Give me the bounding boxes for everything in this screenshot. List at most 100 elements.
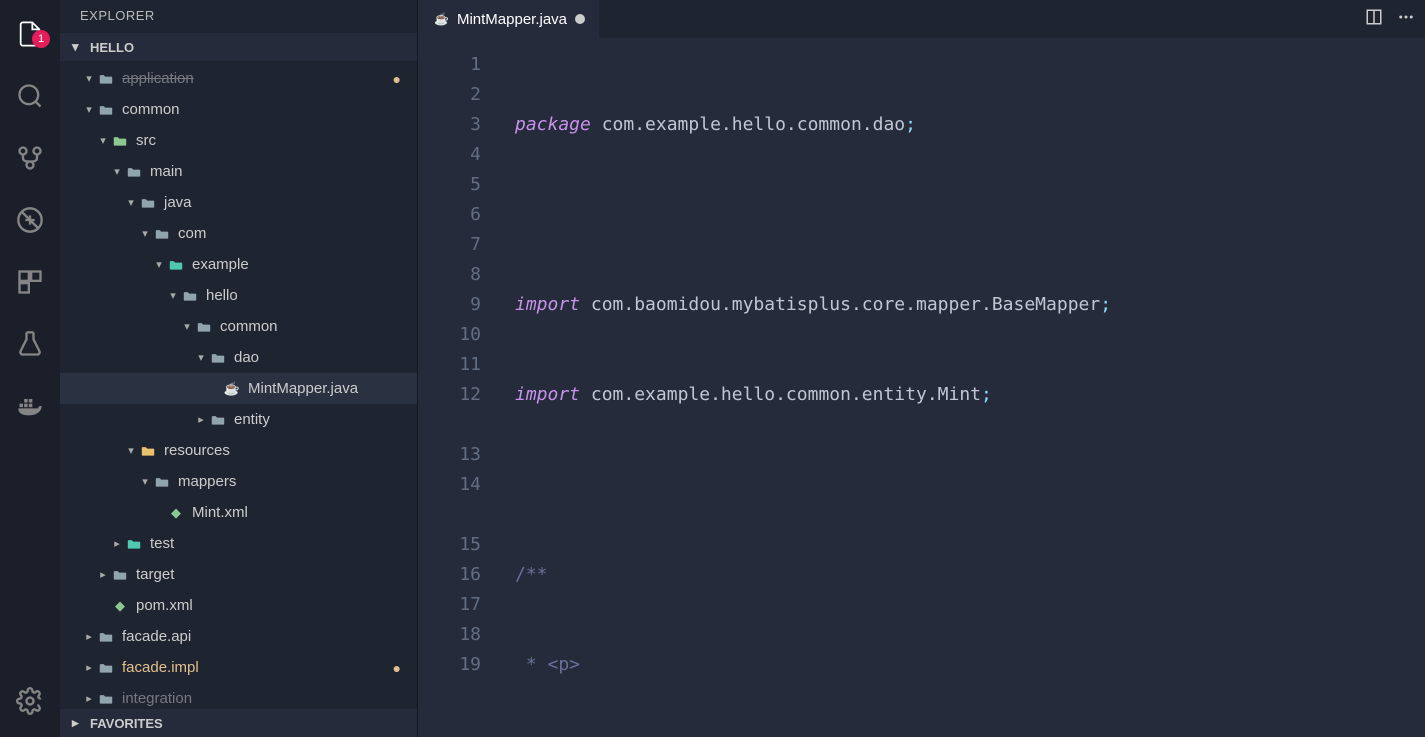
java-icon: ☕ <box>222 381 242 397</box>
tree-item-main[interactable]: ▾ main <box>60 156 417 187</box>
file-tree: ▾application●▾common▾src▾main▾java▾com▾e… <box>60 61 417 709</box>
arrow-icon: ▸ <box>194 413 208 426</box>
line-number: 6 <box>418 200 481 230</box>
source-control-icon[interactable] <box>6 134 54 182</box>
section-label: HELLO <box>90 40 134 55</box>
editor-area: ☕ MintMapper.java 1234567891011121314151… <box>418 0 1425 737</box>
line-number: 10 <box>418 320 481 350</box>
code-editor[interactable]: 12345678910111213141516171819 package co… <box>418 38 1425 737</box>
tree-item-common[interactable]: ▾common <box>60 311 417 342</box>
tree-label: resources <box>164 442 230 459</box>
tree-label: facade.api <box>122 628 191 645</box>
tree-label: entity <box>234 411 270 428</box>
tree-item-facade-api[interactable]: ▸ facade.api <box>60 621 417 652</box>
tree-item-com[interactable]: ▾com <box>60 218 417 249</box>
xml-icon: ◆ <box>110 598 130 614</box>
arrow-icon: ▾ <box>166 289 180 302</box>
tree-item-pom-xml[interactable]: ◆ pom.xml <box>60 590 417 621</box>
tree-item-Mint-xml[interactable]: ◆Mint.xml <box>60 497 417 528</box>
debug-icon[interactable] <box>6 196 54 244</box>
tree-label: example <box>192 256 249 273</box>
arrow-icon: ▾ <box>194 351 208 364</box>
line-number: 7 <box>418 230 481 260</box>
line-number: 2 <box>418 80 481 110</box>
tree-item-application[interactable]: ▾ application ● <box>60 63 417 94</box>
tree-label: test <box>150 535 174 552</box>
java-icon: ☕ <box>434 12 449 26</box>
tree-item-MintMapper-java[interactable]: ☕ MintMapper.java <box>60 373 417 404</box>
tree-item-test[interactable]: ▸ test <box>60 528 417 559</box>
line-number: 13 <box>418 440 481 470</box>
arrow-icon: ▸ <box>82 661 96 674</box>
more-icon[interactable] <box>1397 8 1415 31</box>
tree-item-resources[interactable]: ▾ resources <box>60 435 417 466</box>
line-number: 5 <box>418 170 481 200</box>
tree-item-target[interactable]: ▸target <box>60 559 417 590</box>
tree-label: common <box>122 101 180 118</box>
sidebar: EXPLORER ▾ HELLO ▾application●▾common▾sr… <box>60 0 418 737</box>
tab-label: MintMapper.java <box>457 11 567 28</box>
arrow-icon: ▸ <box>82 692 96 705</box>
tab-mintmapper[interactable]: ☕ MintMapper.java <box>418 0 599 38</box>
xml-icon: ◆ <box>166 505 186 521</box>
settings-gear-icon[interactable] <box>6 677 54 725</box>
arrow-icon: ▾ <box>124 196 138 209</box>
docker-icon[interactable] <box>6 382 54 430</box>
arrow-icon: ▾ <box>152 258 166 271</box>
line-number: 19 <box>418 650 481 680</box>
tree-label: application <box>122 70 194 87</box>
test-icon[interactable] <box>6 320 54 368</box>
arrow-icon: ▸ <box>82 630 96 643</box>
section-label: FAVORITES <box>90 716 163 731</box>
tree-label: java <box>164 194 192 211</box>
modified-indicator-icon: ● <box>393 660 401 676</box>
line-number: 17 <box>418 590 481 620</box>
line-number: 14 <box>418 470 481 500</box>
tree-item-facade-impl[interactable]: ▸facade.impl● <box>60 652 417 683</box>
line-gutter: 12345678910111213141516171819 <box>418 38 503 737</box>
tree-label: dao <box>234 349 259 366</box>
tree-item-entity[interactable]: ▸ entity <box>60 404 417 435</box>
arrow-icon: ▾ <box>180 320 194 333</box>
line-number: 18 <box>418 620 481 650</box>
line-number: 15 <box>418 530 481 560</box>
arrow-icon: ▾ <box>82 72 96 85</box>
arrow-icon: ▾ <box>110 165 124 178</box>
chevron-right-icon: ▸ <box>72 715 84 731</box>
tree-item-integration[interactable]: ▸ integration <box>60 683 417 709</box>
arrow-icon: ▾ <box>82 103 96 116</box>
arrow-icon: ▾ <box>96 134 110 147</box>
split-editor-icon[interactable] <box>1365 8 1383 31</box>
tree-item-example[interactable]: ▾ example <box>60 249 417 280</box>
tree-item-hello[interactable]: ▾ hello <box>60 280 417 311</box>
tree-item-src[interactable]: ▾src <box>60 125 417 156</box>
tab-actions <box>1365 0 1425 38</box>
line-number: 16 <box>418 560 481 590</box>
extensions-icon[interactable] <box>6 258 54 306</box>
section-hello[interactable]: ▾ HELLO <box>60 33 417 61</box>
badge: 1 <box>32 30 50 48</box>
tree-item-mappers[interactable]: ▾mappers <box>60 466 417 497</box>
line-number: 1 <box>418 50 481 80</box>
arrow-icon: ▾ <box>124 444 138 457</box>
tree-label: main <box>150 163 183 180</box>
modified-indicator-icon: ● <box>393 71 401 87</box>
section-favorites[interactable]: ▸ FAVORITES <box>60 709 417 737</box>
arrow-icon: ▸ <box>110 537 124 550</box>
code-content[interactable]: package com.example.hello.common.dao; im… <box>503 38 1425 737</box>
tree-label: MintMapper.java <box>248 380 358 397</box>
chevron-down-icon: ▾ <box>72 39 84 55</box>
tab-bar: ☕ MintMapper.java <box>418 0 1425 38</box>
line-number: 12 <box>418 380 481 410</box>
tree-label: pom.xml <box>136 597 193 614</box>
tree-label: hello <box>206 287 238 304</box>
tree-item-common[interactable]: ▾ common <box>60 94 417 125</box>
search-icon[interactable] <box>6 72 54 120</box>
tree-item-java[interactable]: ▾ java <box>60 187 417 218</box>
tree-item-dao[interactable]: ▾ dao <box>60 342 417 373</box>
tree-label: target <box>136 566 174 583</box>
line-number: 3 <box>418 110 481 140</box>
explorer-icon[interactable]: 1 <box>6 10 54 58</box>
line-number: 11 <box>418 350 481 380</box>
tree-label: integration <box>122 690 192 707</box>
